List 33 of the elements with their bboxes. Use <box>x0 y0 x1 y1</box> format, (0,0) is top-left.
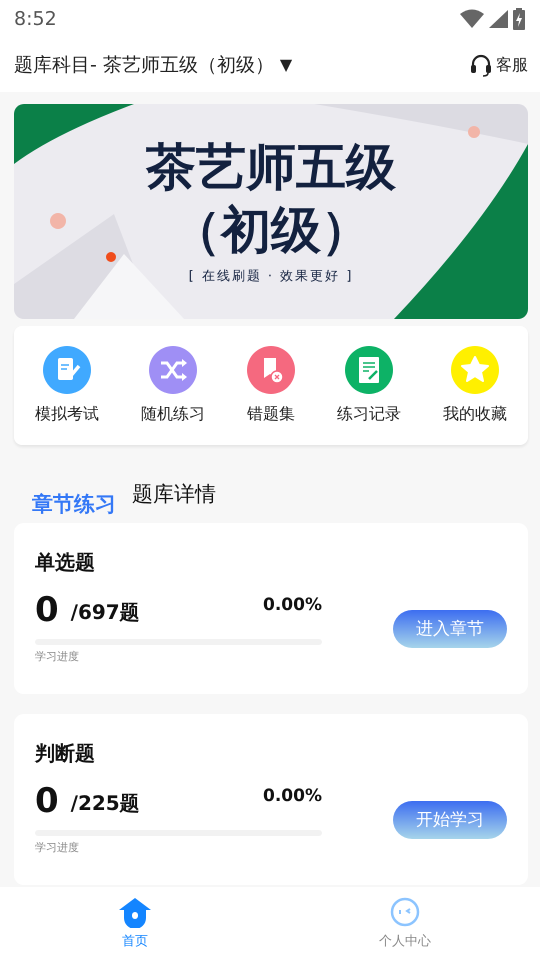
subject-title: 题库科目- 茶艺师五级（初级） <box>14 52 274 78</box>
card-title: 判断题 <box>35 740 96 767</box>
shortcut-item[interactable]: 模拟考试 <box>35 346 99 426</box>
progress-percent: 0.00% <box>263 785 322 808</box>
progress-label: 学习进度 <box>35 840 80 856</box>
wifi-icon <box>460 9 484 29</box>
nav-tab[interactable]: 个人中心 <box>270 887 540 960</box>
progress-label: 学习进度 <box>35 649 80 665</box>
banner-title: 茶艺师五级 <box>146 136 396 198</box>
customer-service-button[interactable]: 客服 <box>470 53 528 77</box>
dropdown-caret-icon: ▼ <box>280 53 292 77</box>
progress-percent: 0.00% <box>263 594 322 617</box>
card-title: 单选题 <box>35 549 96 576</box>
shortcut-item[interactable]: 随机练习 <box>141 346 205 426</box>
status-time: 8:52 <box>14 6 57 32</box>
shortcut-item[interactable]: 错题集 <box>247 346 295 426</box>
battery-icon <box>512 8 526 30</box>
shortcut-item[interactable]: 我的收藏 <box>443 346 507 426</box>
profile-icon <box>388 896 422 928</box>
nav-tab[interactable]: 首页 <box>0 887 270 960</box>
subject-dropdown[interactable]: 题库科目- 茶艺师五级（初级） ▼ <box>14 50 292 80</box>
shortcut-item[interactable]: 练习记录 <box>337 346 401 426</box>
headset-icon <box>470 53 492 77</box>
tab[interactable]: 题库详情 <box>132 479 216 511</box>
banner-slogan: [ 在线刷题 · 效果更好 ] <box>188 268 354 286</box>
signal-icon <box>488 9 508 29</box>
done-count: 0 <box>35 593 59 627</box>
banner-title: （初级） <box>171 198 371 261</box>
total-count: /225题 <box>70 790 140 817</box>
done-count: 0 <box>35 784 59 818</box>
tab[interactable]: 章节练习 <box>32 489 116 521</box>
home-icon <box>118 896 152 928</box>
total-count: /697题 <box>70 599 140 626</box>
